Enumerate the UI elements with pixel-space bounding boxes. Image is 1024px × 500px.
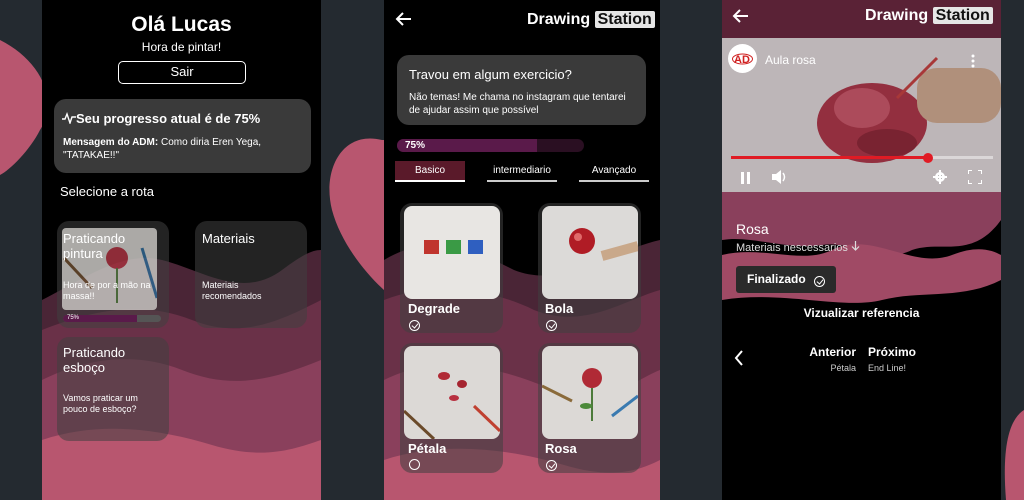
logo-station-text: Station: [594, 11, 655, 28]
video-title: Aula rosa: [765, 53, 816, 67]
screen-lessons: Drawing Station Travou em algum exercici…: [384, 0, 660, 500]
route-card-sketch[interactable]: Praticando esboço Vamos praticar um pouc…: [57, 337, 169, 441]
help-title: Travou em algum exercicio?: [409, 67, 572, 82]
lesson-name: Pétala: [408, 441, 447, 456]
previous-lesson-button[interactable]: Anterior Pétala: [806, 345, 856, 373]
fullscreen-icon[interactable]: [967, 169, 983, 189]
bola-thumbnail: [542, 206, 638, 299]
logo-drawing-text: Drawing: [527, 11, 591, 28]
settings-gear-icon[interactable]: [933, 170, 947, 189]
route-card-materials[interactable]: Materiais Materiais recomendados: [195, 221, 307, 328]
materials-dropdown[interactable]: Materiais nescessarios: [736, 241, 860, 254]
background-blob-right: [1004, 410, 1024, 500]
help-text: Não temas! Me chama no instagram que ten…: [409, 92, 626, 116]
rose-drawing-frame: [722, 38, 1001, 192]
lesson-status-icon: [546, 458, 557, 476]
view-reference-button[interactable]: Vizualizar referencia: [722, 306, 1001, 320]
route-card-painting[interactable]: Praticando pintura Hora de por a mão na …: [57, 221, 169, 328]
route-card-desc: Hora de por a mão na massa!!: [63, 280, 151, 301]
route-card-desc: Vamos praticar um pouco de esboço?: [63, 393, 138, 414]
logo-station-text: Station: [932, 7, 993, 24]
video-seekbar[interactable]: [731, 152, 993, 163]
lesson-card-rosa[interactable]: Rosa: [538, 343, 641, 473]
route-card-desc: Materiais recomendados: [202, 280, 262, 301]
next-lesson-name: End Line!: [868, 363, 907, 373]
previous-label: Anterior: [809, 345, 856, 359]
finished-button[interactable]: Finalizado: [736, 266, 836, 293]
screen-lesson-detail: Drawing Station AD Aula rosa Rosa Materi…: [722, 0, 1001, 500]
route-card-title: Praticando esboço: [63, 345, 126, 375]
more-options-icon[interactable]: [971, 54, 975, 73]
next-lesson-button[interactable]: Próximo End Line!: [868, 345, 938, 373]
lesson-title: Rosa: [736, 221, 769, 237]
lesson-name: Bola: [545, 301, 574, 316]
subtitle: Hora de pintar!: [141, 40, 222, 54]
lesson-status-icon: [409, 457, 420, 475]
app-logo: Drawing Station: [865, 7, 993, 25]
video-seekbar-played: [731, 152, 933, 163]
course-progress-bar: [397, 139, 584, 152]
admin-label: Mensagem do ADM:: [63, 137, 159, 148]
check-circle-icon: [814, 276, 825, 287]
progress-card: Seu progresso atual é de 75% Mensagem do…: [54, 99, 311, 173]
previous-arrow-icon[interactable]: [734, 350, 744, 371]
lesson-card-bola[interactable]: Bola: [538, 203, 641, 333]
activity-icon: [62, 111, 76, 129]
route-card-title: Materiais: [202, 231, 255, 246]
previous-lesson-name: Pétala: [830, 363, 856, 373]
admin-message: Mensagem do ADM: Como diria Eren Yega, "…: [63, 136, 303, 162]
seekbar-handle[interactable]: [922, 152, 933, 163]
next-label: Próximo: [868, 345, 917, 359]
lesson-name: Rosa: [545, 441, 577, 456]
logo-drawing-text: Drawing: [865, 7, 929, 24]
pause-icon[interactable]: [740, 171, 752, 189]
screen-home: Olá Lucas Hora de pintar! Sair Seu progr…: [42, 0, 321, 500]
greeting-title: Olá Lucas: [131, 13, 232, 36]
volume-icon[interactable]: [772, 170, 788, 189]
app-logo: Drawing Station: [527, 11, 655, 29]
progress-text: Seu progresso atual é de 75%: [76, 111, 261, 126]
tab-intermediario[interactable]: intermediario: [487, 161, 557, 182]
lesson-status-icon: [409, 318, 420, 336]
channel-avatar[interactable]: AD: [728, 44, 757, 73]
lesson-status-icon: [546, 318, 557, 336]
help-card: Travou em algum exercicio? Não temas! Me…: [397, 55, 646, 125]
route-progress-label: 75%: [67, 315, 80, 321]
back-arrow-icon[interactable]: [731, 7, 749, 30]
materials-label: Materiais nescessarios: [736, 242, 848, 254]
select-route-heading: Selecione a rota: [60, 184, 154, 199]
lesson-card-degrade[interactable]: Degrade: [400, 203, 503, 333]
tab-avancado[interactable]: Avançado: [579, 161, 649, 182]
lesson-name: Degrade: [408, 301, 461, 316]
logout-button[interactable]: Sair: [118, 61, 246, 84]
background-blob-middle: [329, 138, 384, 290]
rosa-thumbnail: [542, 346, 638, 439]
degrade-thumbnail: [404, 206, 500, 299]
lesson-card-petala[interactable]: Pétala: [400, 343, 503, 473]
course-progress-label: 75%: [405, 140, 426, 151]
video-player[interactable]: AD Aula rosa: [722, 38, 1001, 192]
finished-label: Finalizado: [747, 272, 806, 286]
arrow-down-icon: [851, 241, 860, 254]
route-card-title: Praticando pintura: [63, 231, 126, 261]
back-arrow-icon[interactable]: [394, 10, 412, 33]
petala-thumbnail: [404, 346, 500, 439]
tab-basico[interactable]: Basico: [395, 161, 465, 182]
